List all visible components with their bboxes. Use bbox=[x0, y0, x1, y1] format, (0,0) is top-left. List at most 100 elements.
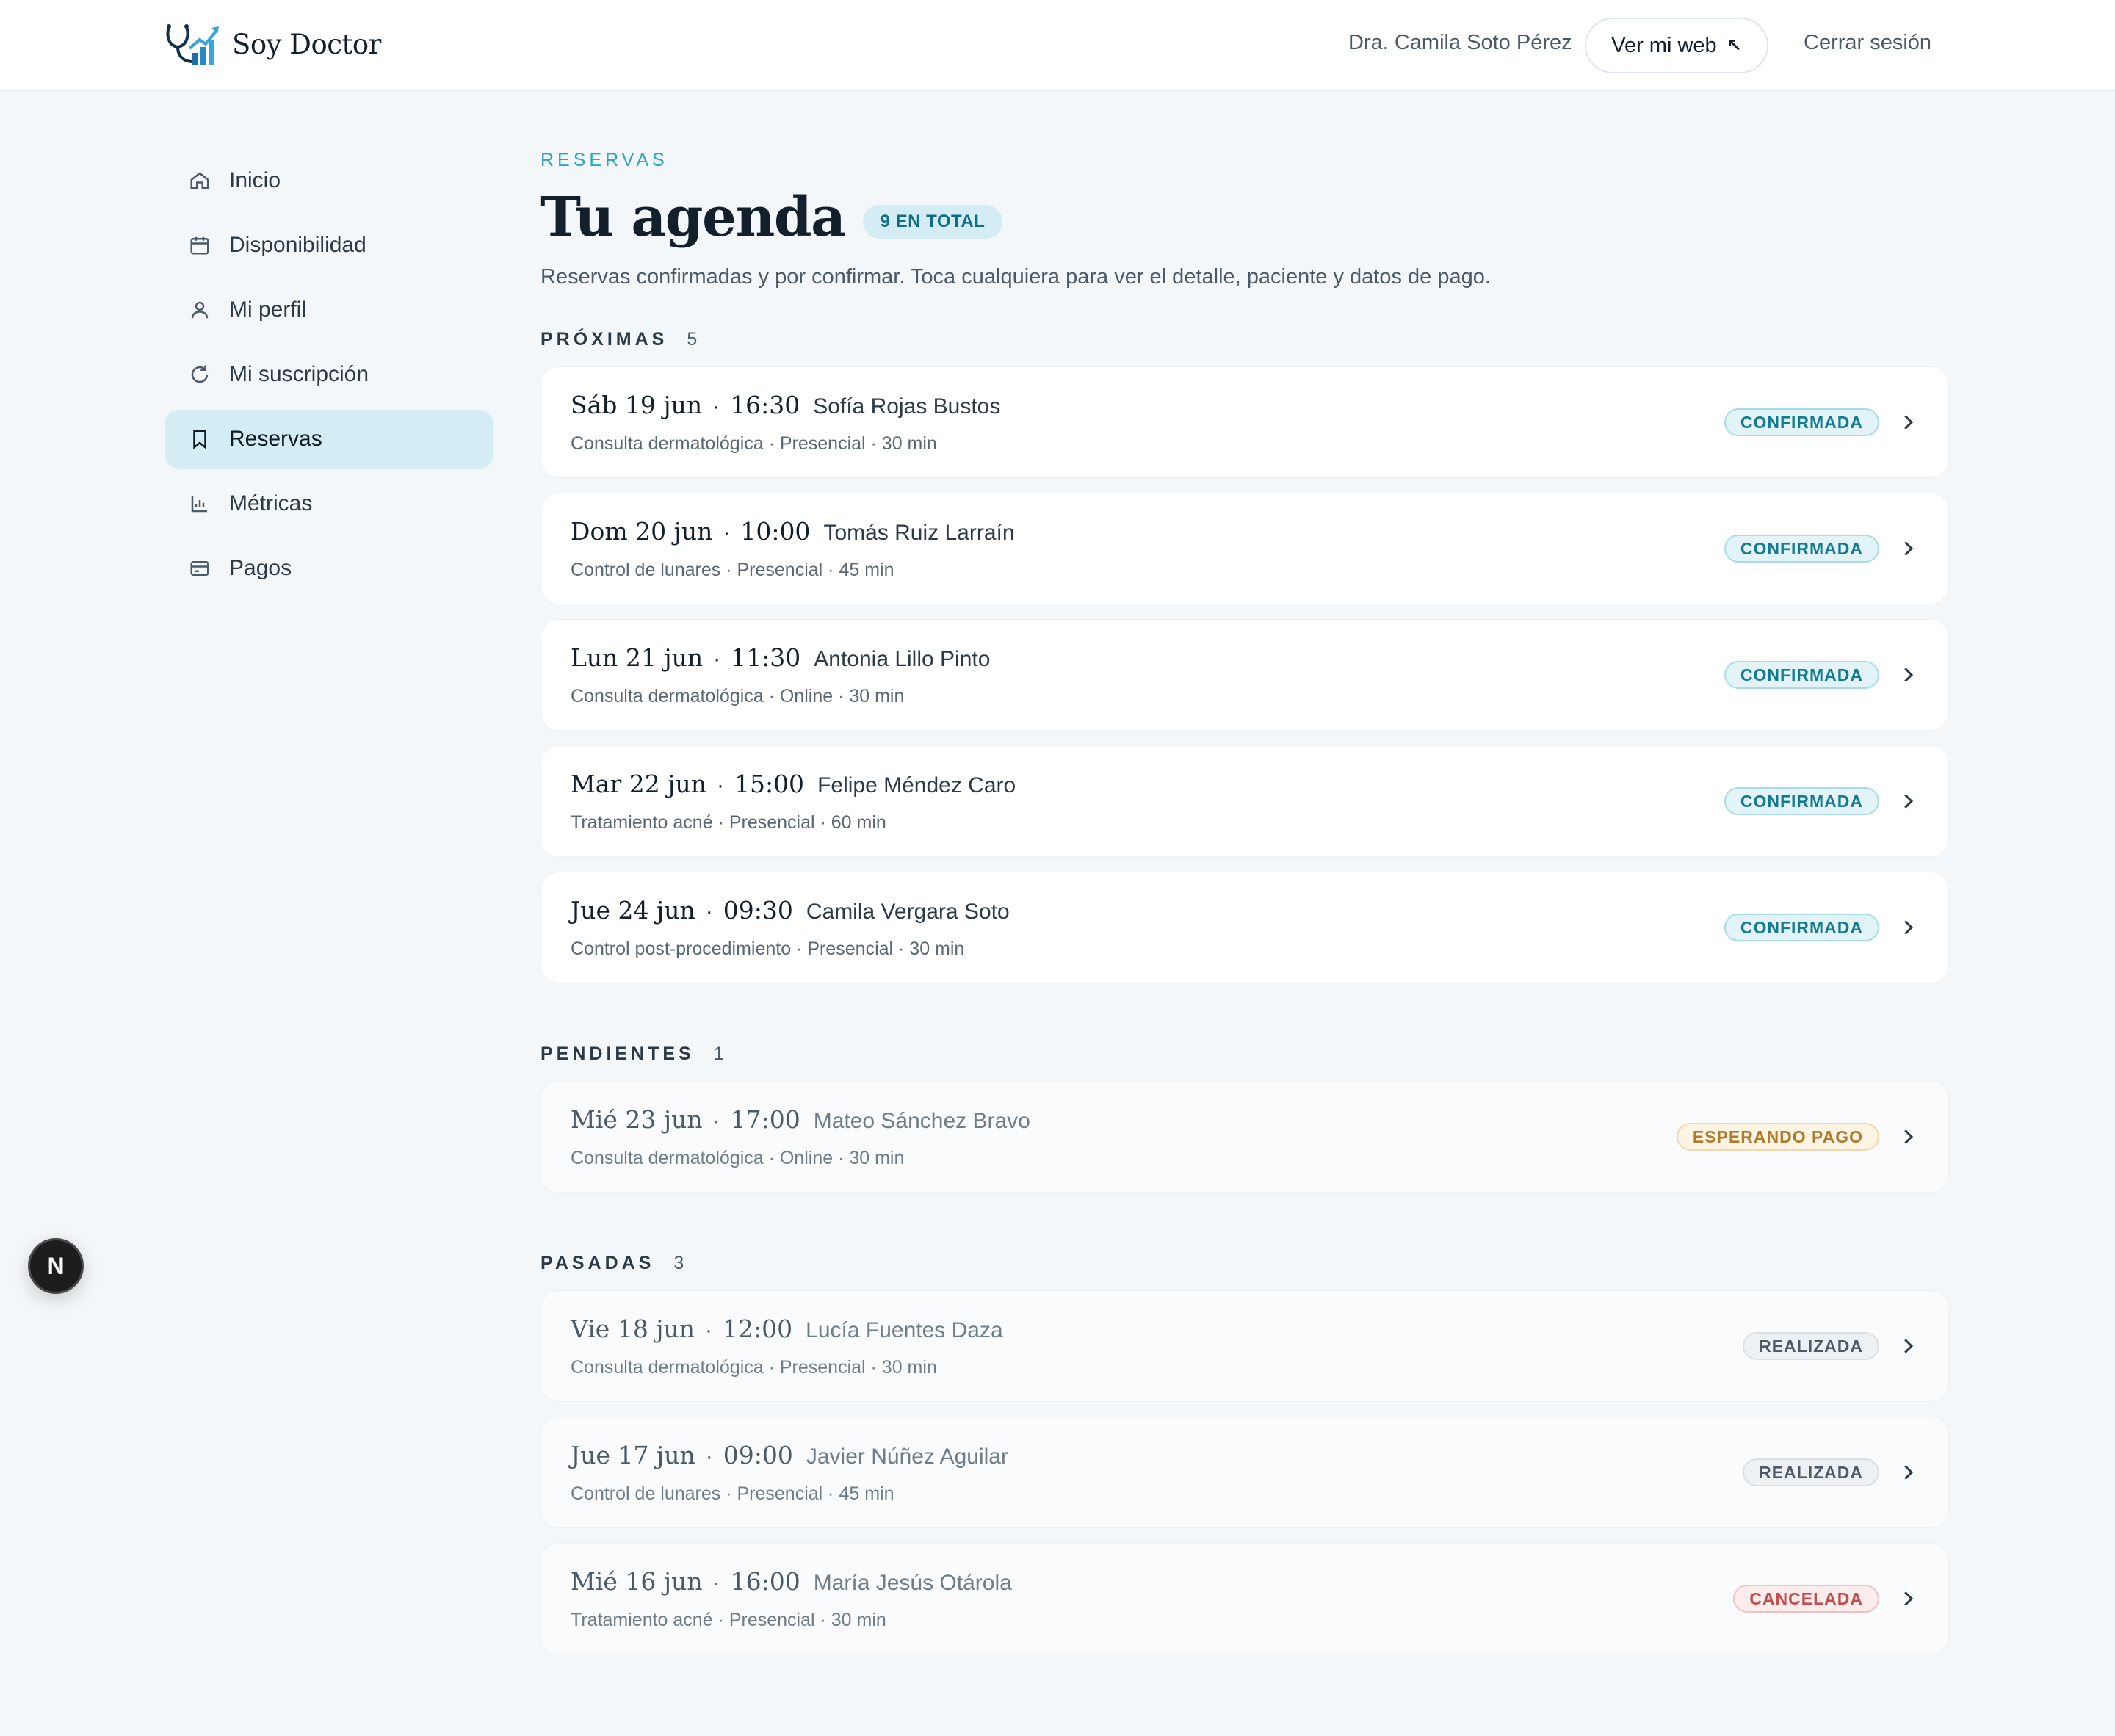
separator-dot: · bbox=[712, 394, 720, 419]
patient-name: Camila Vergara Soto bbox=[806, 900, 1010, 924]
booking-date: Sáb 19 jun bbox=[571, 391, 703, 419]
sidebar-item-label: Mi perfil bbox=[229, 297, 307, 322]
booking-card[interactable]: Dom 20 jun · 10:00 Tomás Ruiz Larraín Co… bbox=[540, 493, 1949, 604]
booking-date: Mié 16 jun bbox=[571, 1567, 703, 1596]
booking-card[interactable]: Mar 22 jun · 15:00 Felipe Méndez Caro Tr… bbox=[540, 745, 1949, 857]
sidebar-item-inicio[interactable]: Inicio bbox=[164, 151, 494, 210]
separator-dot: · bbox=[712, 1571, 720, 1595]
booking-heading: Vie 18 jun · 12:00 Lucía Fuentes Daza bbox=[571, 1314, 1003, 1343]
booking-card[interactable]: Lun 21 jun · 11:30 Antonia Lillo Pinto C… bbox=[540, 619, 1949, 731]
patient-name: Tomás Ruiz Larraín bbox=[823, 521, 1015, 545]
booking-detail: Consulta dermatológica · Presencial · 30… bbox=[571, 1357, 937, 1378]
sidebar-item-mi-suscripcion[interactable]: Mi suscripción bbox=[164, 345, 494, 404]
bookmark-icon bbox=[188, 427, 212, 451]
view-web-button[interactable]: Ver mi web ↖ bbox=[1585, 18, 1768, 73]
booking-time: 09:30 bbox=[723, 896, 793, 925]
brand-name: Soy Doctor bbox=[232, 28, 381, 60]
separator-dot: · bbox=[723, 521, 731, 545]
booking-date: Mar 22 jun bbox=[571, 770, 706, 798]
booking-heading: Dom 20 jun · 10:00 Tomás Ruiz Larraín bbox=[571, 517, 1015, 546]
chevron-right-icon bbox=[1897, 916, 1919, 938]
separator-dot: · bbox=[716, 773, 724, 798]
patient-name: Felipe Méndez Caro bbox=[817, 773, 1016, 798]
status-badge: CONFIRMADA bbox=[1724, 661, 1879, 689]
section-count: 5 bbox=[687, 329, 698, 350]
sidebar-item-label: Pagos bbox=[229, 556, 292, 580]
sidebar-item-disponibilidad[interactable]: Disponibilidad bbox=[164, 216, 494, 275]
status-badge: CONFIRMADA bbox=[1724, 535, 1879, 563]
booking-card[interactable]: Jue 24 jun · 09:30 Camila Vergara Soto C… bbox=[540, 872, 1949, 983]
sidebar-item-label: Disponibilidad bbox=[229, 233, 366, 257]
nextjs-dev-button[interactable]: N bbox=[28, 1238, 84, 1294]
patient-name: Sofía Rojas Bustos bbox=[813, 394, 1001, 419]
page-title: Tu agenda bbox=[540, 186, 846, 249]
section-count: 3 bbox=[673, 1253, 684, 1273]
sidebar-item-label: Mi suscripción bbox=[229, 362, 369, 386]
list-pasadas: Vie 18 jun · 12:00 Lucía Fuentes Daza Co… bbox=[540, 1290, 1949, 1654]
top-bar: Soy Doctor Dra. Camila Soto Pérez Ver mi… bbox=[0, 0, 2115, 91]
list-pendientes: Mié 23 jun · 17:00 Mateo Sánchez Bravo C… bbox=[540, 1081, 1949, 1193]
chevron-right-icon bbox=[1897, 790, 1919, 812]
separator-dot: · bbox=[705, 1444, 713, 1469]
booking-heading: Jue 17 jun · 09:00 Javier Núñez Aguilar bbox=[571, 1441, 1008, 1469]
booking-time: 16:30 bbox=[730, 391, 800, 419]
title-row: Tu agenda 9 EN TOTAL bbox=[540, 186, 1949, 249]
view-web-label: Ver mi web bbox=[1611, 33, 1717, 57]
booking-detail: Tratamiento acné · Presencial · 30 min bbox=[571, 1610, 886, 1630]
booking-date: Vie 18 jun bbox=[571, 1314, 695, 1343]
booking-date: Jue 24 jun bbox=[571, 896, 695, 925]
section-title: PRÓXIMAS bbox=[540, 329, 668, 350]
booking-heading: Mar 22 jun · 15:00 Felipe Méndez Caro bbox=[571, 770, 1016, 798]
stethoscope-chart-icon bbox=[166, 24, 219, 65]
booking-detail: Consulta dermatológica · Online · 30 min bbox=[571, 686, 905, 706]
booking-time: 12:00 bbox=[723, 1314, 793, 1343]
calendar-icon bbox=[188, 234, 212, 257]
booking-time: 15:00 bbox=[734, 770, 805, 798]
booking-date: Jue 17 jun bbox=[571, 1441, 695, 1469]
booking-detail: Consulta dermatológica · Online · 30 min bbox=[571, 1148, 905, 1168]
patient-name: María Jesús Otárola bbox=[813, 1571, 1012, 1595]
credit-card-icon bbox=[188, 557, 212, 580]
sidebar-item-mi-perfil[interactable]: Mi perfil bbox=[164, 281, 494, 339]
section-title: PASADAS bbox=[540, 1253, 655, 1273]
booking-date: Mié 23 jun bbox=[571, 1105, 703, 1134]
sidebar-nav: Inicio Disponibilidad Mi perfil Mi suscr… bbox=[164, 151, 494, 604]
refresh-icon bbox=[188, 363, 212, 386]
booking-detail: Control post-procedimiento · Presencial … bbox=[571, 938, 965, 959]
separator-dot: · bbox=[705, 1318, 713, 1342]
booking-card[interactable]: Sáb 19 jun · 16:30 Sofía Rojas Bustos Co… bbox=[540, 366, 1949, 478]
chevron-right-icon bbox=[1897, 1126, 1919, 1148]
brand-logo[interactable]: Soy Doctor bbox=[163, 21, 381, 68]
sidebar-item-label: Reservas bbox=[229, 427, 322, 451]
booking-card[interactable]: Mié 16 jun · 16:00 María Jesús Otárola T… bbox=[540, 1543, 1949, 1654]
booking-heading: Mié 16 jun · 16:00 María Jesús Otárola bbox=[571, 1567, 1012, 1596]
booking-card[interactable]: Vie 18 jun · 12:00 Lucía Fuentes Daza Co… bbox=[540, 1290, 1949, 1402]
section-title: PENDIENTES bbox=[540, 1044, 695, 1064]
booking-detail: Control de lunares · Presencial · 45 min bbox=[571, 1483, 894, 1504]
status-badge: CANCELADA bbox=[1733, 1585, 1879, 1613]
booking-card[interactable]: Mié 23 jun · 17:00 Mateo Sánchez Bravo C… bbox=[540, 1081, 1949, 1193]
section-header-proximas: PRÓXIMAS 5 bbox=[540, 329, 1949, 350]
booking-date: Lun 21 jun bbox=[571, 643, 704, 672]
status-badge: CONFIRMADA bbox=[1724, 408, 1879, 436]
logout-link[interactable]: Cerrar sesión bbox=[1804, 31, 1931, 55]
chevron-right-icon bbox=[1897, 538, 1919, 560]
booking-card[interactable]: Jue 17 jun · 09:00 Javier Núñez Aguilar … bbox=[540, 1417, 1949, 1528]
booking-time: 10:00 bbox=[740, 517, 811, 546]
sidebar-item-pagos[interactable]: Pagos bbox=[164, 539, 494, 598]
chevron-right-icon bbox=[1897, 1588, 1919, 1610]
sidebar-item-reservas[interactable]: Reservas bbox=[164, 410, 494, 469]
status-badge: CONFIRMADA bbox=[1724, 914, 1879, 941]
booking-time: 11:30 bbox=[731, 643, 801, 672]
section-header-pasadas: PASADAS 3 bbox=[540, 1253, 1949, 1274]
separator-dot: · bbox=[705, 900, 713, 924]
agenda-main: RESERVAS Tu agenda 9 EN TOTAL Reservas c… bbox=[540, 150, 1949, 1654]
patient-name: Antonia Lillo Pinto bbox=[814, 647, 991, 671]
sidebar-item-metricas[interactable]: Métricas bbox=[164, 474, 494, 533]
total-badge: 9 EN TOTAL bbox=[862, 205, 1003, 239]
section-count: 1 bbox=[713, 1044, 724, 1064]
patient-name: Javier Núñez Aguilar bbox=[806, 1444, 1008, 1469]
booking-detail: Tratamiento acné · Presencial · 60 min bbox=[571, 812, 886, 833]
status-badge: ESPERANDO PAGO bbox=[1676, 1123, 1879, 1151]
booking-time: 16:00 bbox=[730, 1567, 800, 1596]
